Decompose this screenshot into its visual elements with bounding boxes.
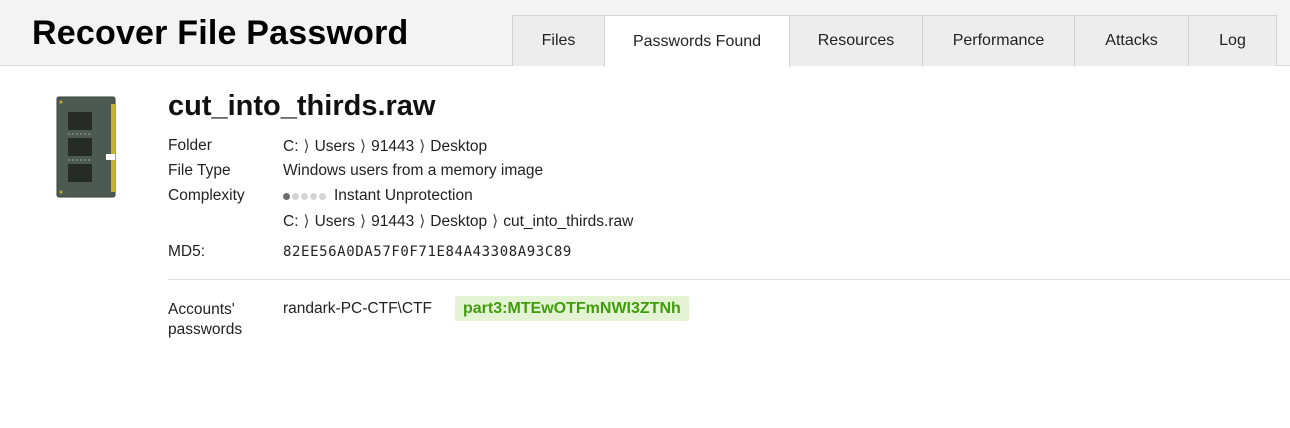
full-path-breadcrumb: C: ⟩ Users ⟩ 91443 ⟩ Desktop ⟩ cut_into_thirds.r… [283, 212, 633, 231]
tab-attacks[interactable]: Attacks [1074, 15, 1189, 66]
crumb-separator-icon: ⟩ [360, 138, 367, 155]
account-name: randark-PC-CTF\CTF [283, 300, 432, 317]
crumb-drive: C: [283, 213, 299, 230]
crumb-user: 91443 [371, 138, 415, 155]
tab-bar: Files Passwords Found Resources Performa… [512, 15, 1277, 67]
section-divider [168, 279, 1290, 280]
crumb-separator-icon: ⟩ [419, 213, 426, 230]
crumb-separator-icon: ⟩ [419, 138, 426, 155]
memory-module-icon [56, 96, 116, 198]
complexity-value: Instant Unprotection [283, 187, 473, 205]
tab-performance[interactable]: Performance [922, 15, 1075, 66]
found-password-badge[interactable]: part3:MTEwOTFmNWI3ZTNh [455, 296, 689, 321]
crumb-users: Users [314, 138, 356, 155]
header-bar: Recover File Password Files Passwords Fo… [0, 0, 1290, 67]
file-type-label: File Type [168, 162, 231, 179]
complexity-label: Complexity [168, 187, 245, 204]
crumb-drive: C: [283, 138, 299, 155]
accounts-label: Accounts' passwords [168, 300, 242, 340]
md5-value: 82EE56A0DA57F0F71E84A43308A93C89 [283, 244, 572, 260]
tab-passwords-found[interactable]: Passwords Found [604, 15, 790, 67]
tab-files[interactable]: Files [512, 15, 605, 66]
file-type-value: Windows users from a memory image [283, 162, 544, 179]
crumb-separator-icon: ⟩ [492, 213, 499, 230]
file-name: cut_into_thirds.raw [168, 90, 436, 122]
crumb-separator-icon: ⟩ [303, 138, 310, 155]
crumb-desktop: Desktop [430, 138, 488, 155]
folder-breadcrumb: C: ⟩ Users ⟩ 91443 ⟩ Desktop [283, 137, 487, 156]
md5-label: MD5: [168, 243, 206, 260]
crumb-desktop: Desktop [430, 213, 488, 230]
folder-label: Folder [168, 137, 212, 154]
tab-resources[interactable]: Resources [789, 15, 923, 66]
complexity-dots-icon [283, 187, 328, 205]
crumb-separator-icon: ⟩ [360, 213, 367, 230]
accounts-label-line1: Accounts' [168, 301, 235, 318]
complexity-text: Instant Unprotection [334, 187, 473, 205]
crumb-separator-icon: ⟩ [303, 213, 310, 230]
crumb-user: 91443 [371, 213, 415, 230]
app-title: Recover File Password [32, 14, 409, 52]
accounts-label-line2: passwords [168, 321, 243, 338]
tab-log[interactable]: Log [1188, 15, 1277, 66]
crumb-users: Users [314, 213, 356, 230]
crumb-file: cut_into_thirds.raw [503, 213, 634, 230]
